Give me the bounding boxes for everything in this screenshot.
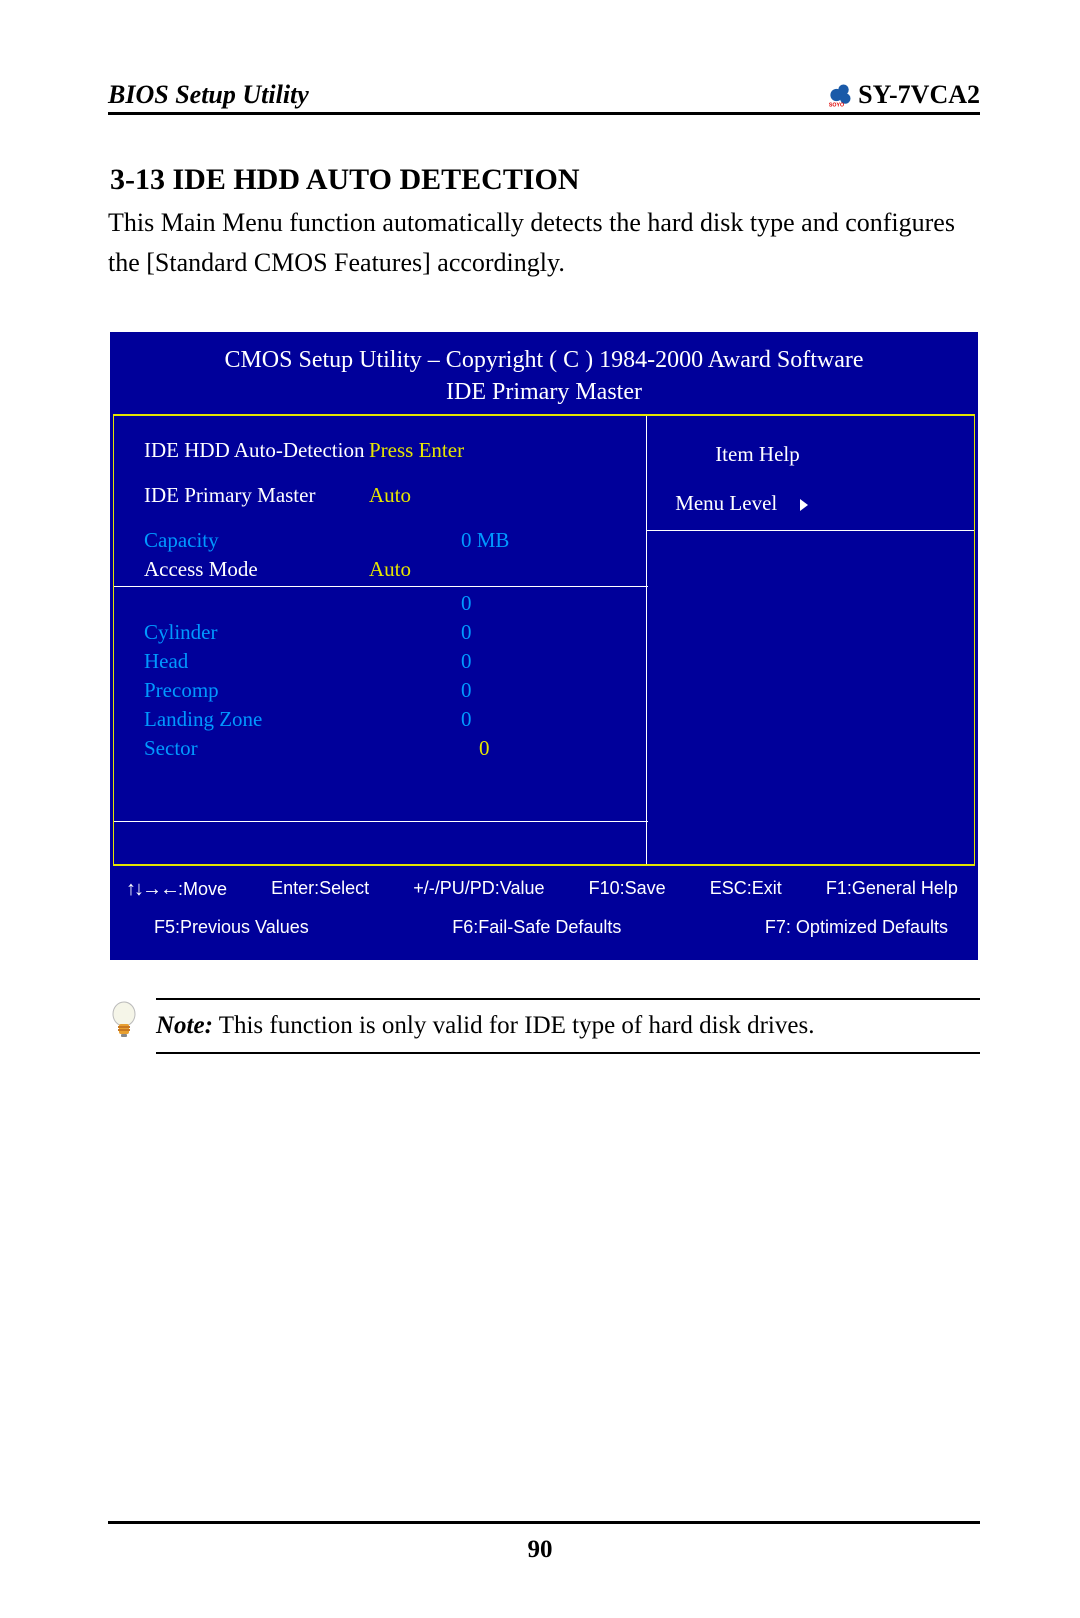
note-body: This function is only valid for IDE type… <box>213 1012 815 1039</box>
arrow-keys-icon: ↑↓→← <box>126 878 178 900</box>
footer-f6: F6:Fail-Safe Defaults <box>452 917 621 938</box>
footer-enter: Enter:Select <box>271 878 369 901</box>
access-mode-value: Auto <box>369 557 499 582</box>
section-body: This Main Menu function automatically de… <box>108 203 980 284</box>
item-help-label: Item Help <box>715 442 954 467</box>
head-value: 0 <box>369 649 472 674</box>
header-left: BIOS Setup Utility <box>108 80 309 110</box>
head-label: Head <box>144 649 369 674</box>
auto-detect-value: Press Enter <box>369 438 499 463</box>
footer-esc: ESC:Exit <box>710 878 782 901</box>
footer-rule <box>108 1521 980 1524</box>
row-access-mode: Access Mode Auto <box>144 555 646 584</box>
primary-master-value: Auto <box>369 483 499 508</box>
bios-screenshot: CMOS Setup Utility – Copyright ( C ) 198… <box>110 332 978 961</box>
row-auto-detect: IDE HDD Auto-Detection Press Enter <box>144 436 646 465</box>
page-header: BIOS Setup Utility SOYO SY-7VCA2 <box>108 80 980 115</box>
soyo-logo-icon: SOYO <box>826 81 854 109</box>
blank-value: 0 <box>369 591 472 616</box>
access-mode-label: Access Mode <box>144 557 369 582</box>
landing-zone-value: 0 <box>369 707 472 732</box>
precomp-label: Precomp <box>144 678 369 703</box>
footer-row-2: F5:Previous Values F6:Fail-Safe Defaults… <box>124 909 968 942</box>
lightbulb-icon <box>108 1000 156 1053</box>
svg-text:SOYO: SOYO <box>829 102 844 108</box>
row-primary-master: IDE Primary Master Auto <box>144 481 646 510</box>
row-precomp: Precomp 0 <box>144 676 646 705</box>
menu-level-label: Menu Level <box>675 491 777 515</box>
bios-divider <box>114 586 648 587</box>
header-right: SOYO SY-7VCA2 <box>826 80 980 110</box>
bios-right-panel: Item Help Menu Level <box>647 416 974 864</box>
triangle-right-icon <box>800 499 808 511</box>
landing-zone-label: Landing Zone <box>144 707 369 732</box>
bios-main-panel: IDE HDD Auto-Detection Press Enter IDE P… <box>113 414 975 866</box>
precomp-value: 0 <box>369 678 472 703</box>
footer-pupd: +/-/PU/PD:Value <box>413 878 544 901</box>
footer-row-1: ↑↓→←:Move Enter:Select +/-/PU/PD:Value F… <box>124 874 968 909</box>
bios-footer: ↑↓→←:Move Enter:Select +/-/PU/PD:Value F… <box>110 866 978 960</box>
cylinder-value: 0 <box>369 620 472 645</box>
footer-f10: F10:Save <box>589 878 666 901</box>
row-landing-zone: Landing Zone 0 <box>144 705 646 734</box>
bios-title: CMOS Setup Utility – Copyright ( C ) 198… <box>110 332 978 415</box>
cylinder-label: Cylinder <box>144 620 369 645</box>
note-label: Note: <box>156 1012 213 1039</box>
row-capacity: Capacity 0 MB <box>144 526 646 555</box>
row-cylinder: Cylinder 0 <box>144 618 646 647</box>
primary-master-label: IDE Primary Master <box>144 483 369 508</box>
capacity-value: 0 MB <box>369 528 509 553</box>
sector-label: Sector <box>144 736 369 761</box>
capacity-label: Capacity <box>144 528 369 553</box>
note-text: Note: This function is only valid for ID… <box>156 998 980 1054</box>
note-row: Note: This function is only valid for ID… <box>108 998 980 1054</box>
model-number: SY-7VCA2 <box>858 80 980 110</box>
row-head: Head 0 <box>144 647 646 676</box>
footer-f1: F1:General Help <box>826 878 958 901</box>
bios-divider-bottom <box>114 821 648 822</box>
sector-value: 0 <box>369 736 490 761</box>
bios-title-line2: IDE Primary Master <box>446 379 642 405</box>
page-number: 90 <box>0 1536 1080 1564</box>
footer-f7: F7: Optimized Defaults <box>765 917 948 938</box>
menu-level-row: Menu Level <box>675 491 954 516</box>
bios-left-panel: IDE HDD Auto-Detection Press Enter IDE P… <box>114 416 647 864</box>
footer-move: ↑↓→←:Move <box>126 878 227 901</box>
section-title: 3-13 IDE HDD AUTO DETECTION <box>110 163 980 197</box>
row-sector: Sector 0 <box>144 734 646 763</box>
row-blank: 0 <box>144 589 646 618</box>
auto-detect-label: IDE HDD Auto-Detection <box>144 438 369 463</box>
footer-f5: F5:Previous Values <box>154 917 309 938</box>
right-divider <box>647 530 974 531</box>
bios-title-line1: CMOS Setup Utility – Copyright ( C ) 198… <box>224 347 863 373</box>
